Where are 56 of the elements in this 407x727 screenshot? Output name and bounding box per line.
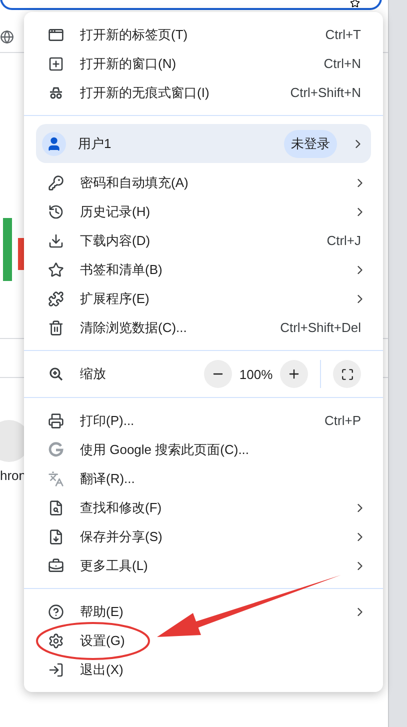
menu-item[interactable]: 查找和修改(F) bbox=[24, 493, 383, 522]
menu-item[interactable]: 打印(P)... Ctrl+P bbox=[24, 406, 383, 435]
menu-item[interactable]: 帮助(E) bbox=[24, 597, 383, 626]
zoom-label: 缩放 bbox=[80, 365, 107, 383]
menu-item[interactable]: 更多工具(L) bbox=[24, 551, 383, 580]
shortcut-text: Ctrl+T bbox=[325, 27, 361, 42]
menu-item[interactable]: 密码和自动填充(A) bbox=[24, 168, 383, 197]
shortcut-text: Ctrl+J bbox=[326, 233, 361, 248]
menu-item[interactable]: 退出(X) bbox=[24, 655, 383, 684]
printer-icon bbox=[48, 412, 64, 428]
menu-item[interactable]: 书签和清单(B) bbox=[24, 255, 383, 284]
exit-icon bbox=[48, 662, 64, 678]
shortcut-text: Ctrl+Shift+N bbox=[290, 85, 361, 100]
menu-item[interactable]: 下载内容(D) Ctrl+J bbox=[24, 226, 383, 255]
menu-item[interactable]: 打开新的无痕式窗口(I) Ctrl+Shift+N bbox=[24, 78, 383, 107]
menu-item[interactable]: 打开新的标签页(T) Ctrl+T bbox=[24, 20, 383, 49]
menu-item[interactable]: 扩展程序(E) bbox=[24, 284, 383, 313]
bookmark-star-icon[interactable] bbox=[350, 0, 360, 8]
zoom-value: 100% bbox=[238, 366, 274, 382]
toolbox-icon bbox=[48, 558, 64, 574]
help-icon bbox=[48, 604, 64, 620]
tab-icon bbox=[48, 26, 64, 42]
shortcut-text: Ctrl+N bbox=[324, 56, 361, 71]
find-icon bbox=[48, 500, 64, 516]
plus-icon bbox=[287, 367, 301, 381]
download-icon bbox=[48, 232, 64, 248]
save-file-icon bbox=[48, 528, 64, 544]
google-icon bbox=[48, 442, 64, 458]
menu-item[interactable]: 翻译(R)... bbox=[24, 464, 383, 493]
translate-icon bbox=[48, 470, 64, 486]
menu-item[interactable]: 设置(G) bbox=[24, 626, 383, 655]
star-icon bbox=[48, 262, 64, 278]
incognito-icon bbox=[48, 84, 64, 100]
fullscreen-icon bbox=[340, 368, 354, 380]
trash-icon bbox=[48, 320, 64, 336]
zoom-in-button[interactable] bbox=[280, 360, 308, 388]
logo-fragment bbox=[3, 218, 12, 281]
globe-icon bbox=[0, 30, 14, 44]
zoom-icon bbox=[48, 366, 64, 382]
avatar-icon bbox=[42, 132, 66, 156]
menu-item[interactable]: 保存并分享(S) bbox=[24, 522, 383, 551]
history-icon bbox=[48, 204, 64, 220]
menu-item[interactable]: 打开新的窗口(N) Ctrl+N bbox=[24, 49, 383, 78]
profile-item[interactable]: 用户1 未登录 bbox=[36, 124, 371, 163]
menu-item[interactable]: 历史记录(H) bbox=[24, 197, 383, 226]
fullscreen-button[interactable] bbox=[333, 360, 361, 388]
puzzle-icon bbox=[48, 290, 64, 306]
new-window-icon bbox=[48, 56, 64, 72]
signed-out-badge: 未登录 bbox=[284, 130, 337, 158]
key-icon bbox=[48, 174, 64, 190]
shortcut-text: Ctrl+Shift+Del bbox=[280, 320, 361, 335]
settings-icon bbox=[48, 632, 64, 648]
shortcut-text: Ctrl+P bbox=[324, 413, 361, 428]
address-bar[interactable] bbox=[0, 0, 382, 10]
menu-item[interactable]: 使用 Google 搜索此页面(C)... bbox=[24, 435, 383, 464]
menu-item[interactable]: 清除浏览数据(C)... Ctrl+Shift+Del bbox=[24, 313, 383, 342]
